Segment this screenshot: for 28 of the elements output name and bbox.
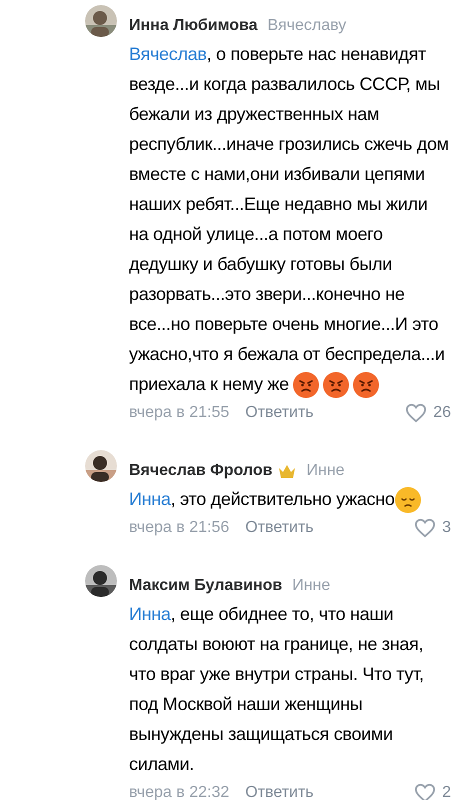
angry-emoji-icon [352,372,379,398]
comment-time: вчера в 21:56 [129,518,230,538]
heart-icon [414,518,436,538]
reply-button[interactable]: Ответить [245,402,314,424]
like-button[interactable]: 2 [414,782,451,800]
author-name[interactable]: Максим Булавинов [129,575,282,597]
sad-emoji-icon [394,487,421,514]
like-button[interactable]: 3 [414,517,451,539]
mention-link[interactable]: Инна [129,604,171,624]
heart-icon [405,403,428,423]
comment-time: вчера в 21:55 [129,403,230,423]
reply-to-name[interactable]: Инне [306,460,345,482]
mention-link[interactable]: Вячеслав [129,44,207,64]
reply-to-name[interactable]: Вячеславу [268,15,346,37]
angry-emoji-icon [292,372,319,398]
comment-text: Инна, это действительно ужасно [129,484,451,514]
comment-text: Инна, еще обиднее то, что наши солдаты воюют на границе, не зная, что враг уже внутри страны. Что тут, под Москвой наши женщины вынуждены защищаться своими силами. [129,603,425,776]
author-name[interactable]: Инна Любимова [129,15,258,37]
comment-time: вчера в 22:32 [129,783,230,800]
comment-text: Вячеслав, о поверьте нас ненавидят везде...и когда развалилось СССР, мы бежали из дружественных нам республик...иначе грозились сжечь дом вместе с нами,они избивали цепями наших ребят...Еще недавно мы жили на одной улице...а потом моего дедушку и бабушку готовы были разорвать...это звери...конечно не все...но поверьте очень многие...И это ужасно,что я бежала от беспредела...и приехала к нему же [129,39,451,399]
reply-button[interactable]: Ответить [245,517,314,539]
author-name[interactable]: Вячеслав Фролов [129,460,272,482]
heart-icon [414,783,436,800]
like-button[interactable]: 26 [405,402,451,424]
mention-link[interactable]: Инна [129,489,171,509]
reply-button[interactable]: Ответить [245,782,314,800]
angry-emoji-icon [322,372,349,398]
reply-to-name[interactable]: Инне [292,575,330,597]
